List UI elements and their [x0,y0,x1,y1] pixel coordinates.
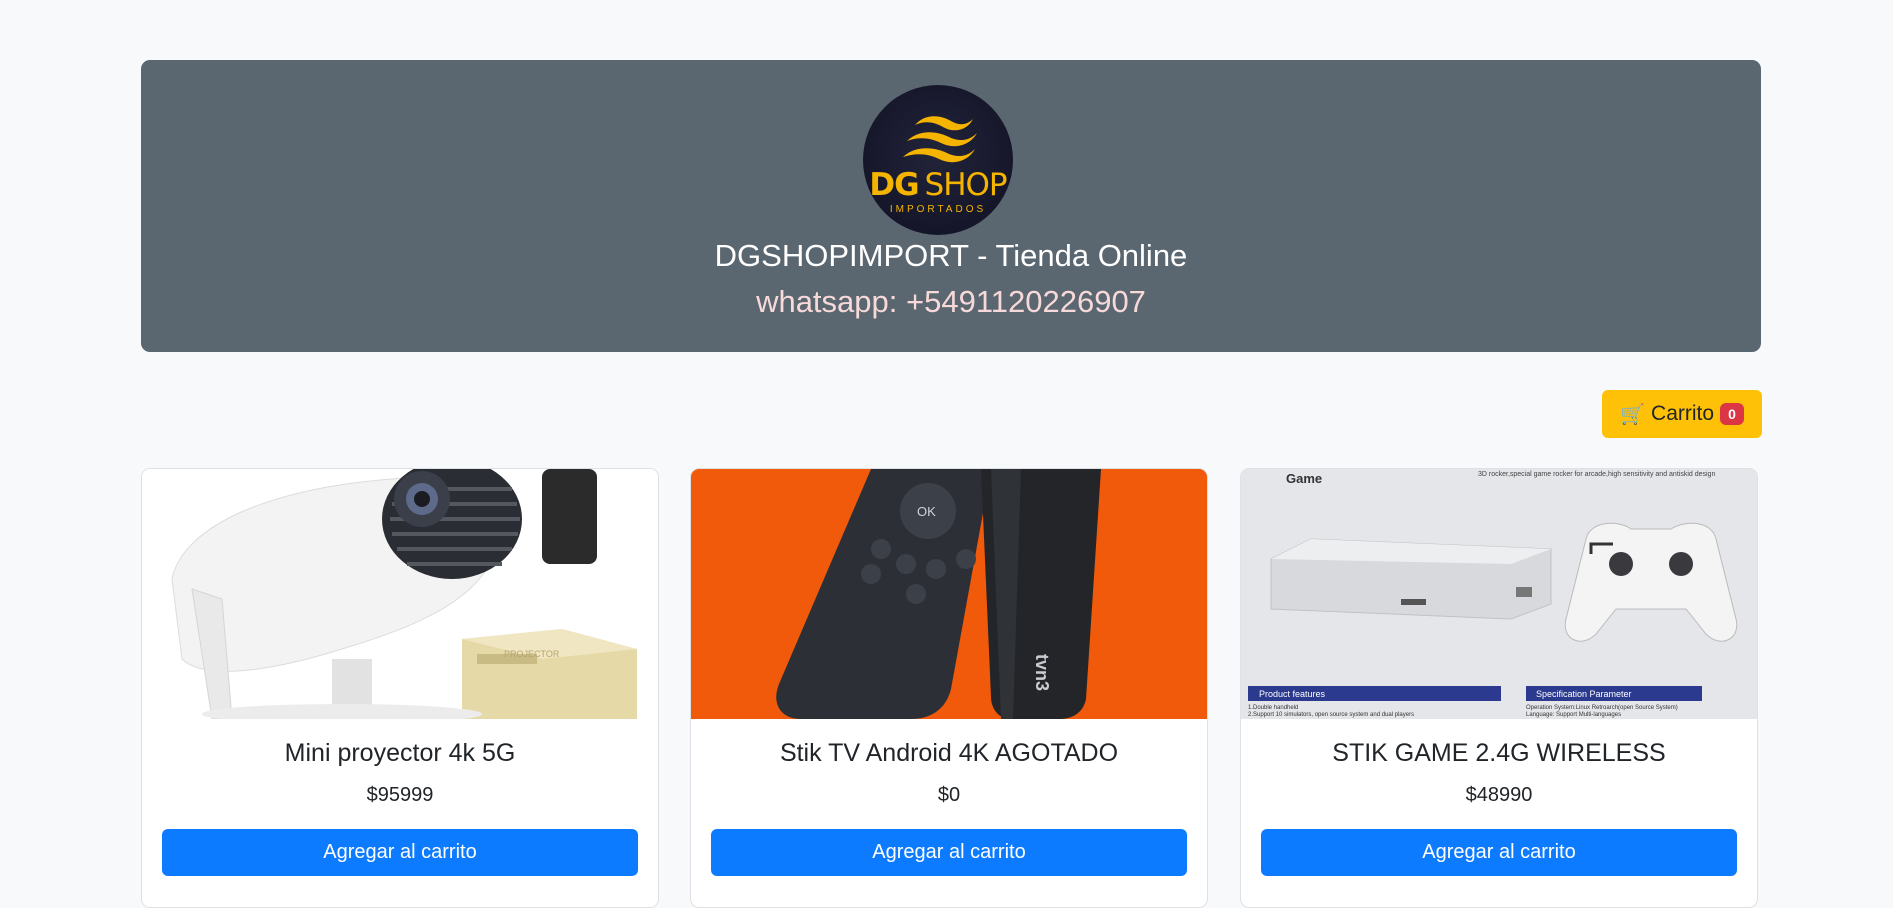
product-card: Game 3D rocker,special game rocker for a… [1240,468,1758,908]
add-to-cart-button[interactable]: Agregar al carrito [1261,829,1737,876]
shopping-cart-icon: 🛒 [1620,403,1646,426]
product-image-tv-stick: OK tvn3 [691,469,1207,719]
product-image-game-stick: Game 3D rocker,special game rocker for a… [1241,469,1757,719]
product-price: $95999 [366,784,434,806]
svg-text:Operation System:Linux Retroar: Operation System:Linux Retroarch(open So… [1526,705,1678,711]
page-title: DGSHOPIMPORT - Tienda Online [714,238,1188,273]
svg-text:1.Double handheld: 1.Double handheld [1248,705,1298,711]
logo-wordmark: DG SHOP [869,167,1007,203]
whatsapp-contact: whatsapp: +5491120226907 [756,284,1146,319]
product-price: $0 [937,784,961,806]
product-card: OK tvn3 Stik TV Android 4K AGOTADO $0 Ag… [690,468,1208,908]
svg-text:OK: OK [917,504,936,519]
svg-text:Product features: Product features [1259,689,1326,699]
cart-count-badge: 0 [1720,403,1744,425]
store-logo: DG SHOP IMPORTADOS [863,85,1013,235]
cart-button[interactable]: 🛒 Carrito 0 [1602,390,1762,438]
store-header: DG SHOP IMPORTADOS DGSHOPIMPORT - Tienda … [141,60,1761,352]
product-card: PROJECTOR Mini proyector 4k 5G $95999 Ag… [141,468,659,908]
add-to-cart-button[interactable]: Agregar al carrito [711,829,1187,876]
product-title: Stik TV Android 4K AGOTADO [779,739,1119,767]
product-title: Mini proyector 4k 5G [284,739,516,767]
svg-text:Language: Support Multi-langua: Language: Support Multi-languages [1526,712,1621,718]
logo-subtitle: IMPORTADOS [889,204,987,215]
svg-text:PROJECTOR: PROJECTOR [504,649,560,659]
product-price: $48990 [1465,784,1533,806]
svg-text:Game: Game [1286,471,1322,486]
svg-text:tvn3: tvn3 [1032,654,1052,691]
product-title: STIK GAME 2.4G WIRELESS [1332,739,1666,767]
product-image-projector: PROJECTOR [142,469,658,719]
svg-text:Specification Parameter: Specification Parameter [1536,689,1632,699]
cart-label: Carrito [1651,402,1715,425]
svg-text:2.Support 10 simulators, open: 2.Support 10 simulators, open source sys… [1248,712,1414,718]
svg-text:3D rocker,special game rocker: 3D rocker,special game rocker for arcade… [1478,471,1715,478]
add-to-cart-button[interactable]: Agregar al carrito [162,829,638,876]
